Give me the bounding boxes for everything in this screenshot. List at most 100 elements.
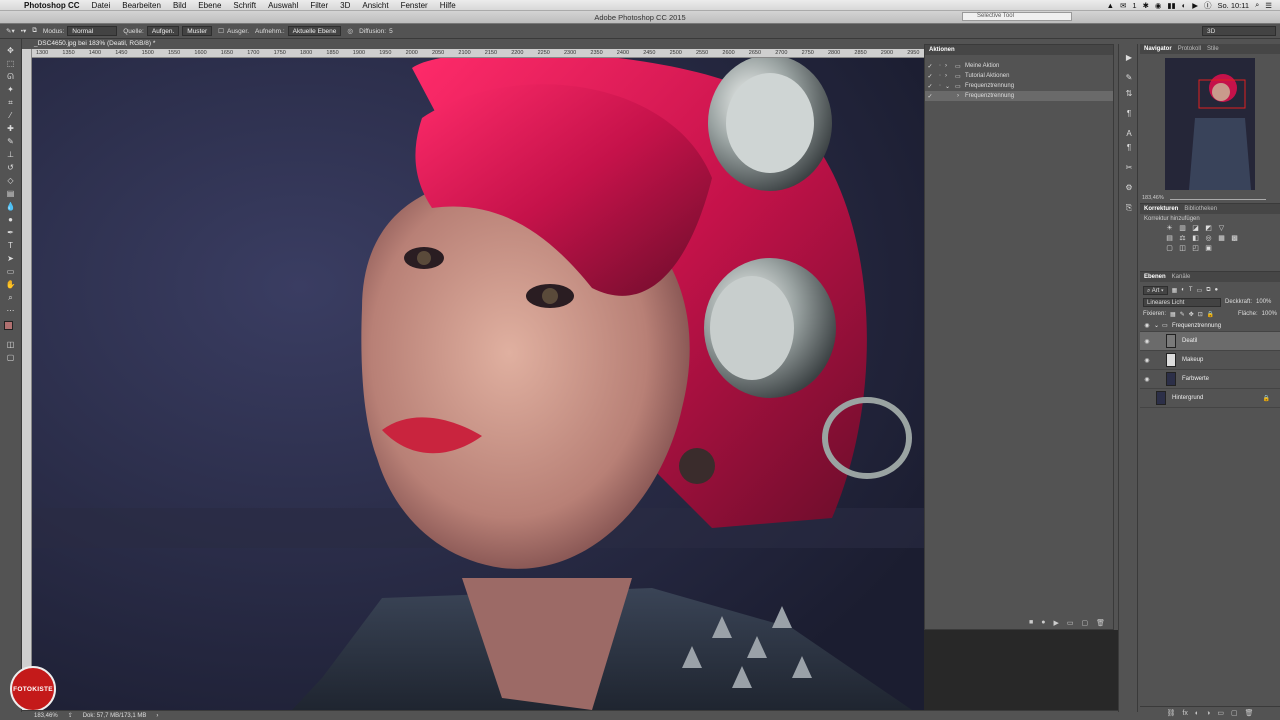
tool-preset-icon[interactable]: ✎▾: [6, 27, 15, 35]
blur-tool-icon[interactable]: 💧: [4, 201, 17, 212]
action-row-selected[interactable]: ✓ › Frequenztrennung: [925, 91, 1113, 101]
action-checked-icon[interactable]: ✓: [925, 73, 935, 80]
crop-tool-icon[interactable]: ⌗: [4, 97, 17, 108]
action-dialog-icon[interactable]: ▫: [935, 83, 945, 89]
opacity-value[interactable]: 100%: [1256, 299, 1271, 305]
navigator-zoom-slider[interactable]: [1170, 199, 1266, 200]
mask-icon[interactable]: ◐: [1195, 707, 1199, 720]
lock-pixels-icon[interactable]: ✎: [1180, 311, 1185, 318]
type-tool-icon[interactable]: T: [4, 240, 17, 251]
layer-row-selected[interactable]: ◉ Deatil: [1140, 332, 1280, 351]
lock-transparency-icon[interactable]: ▦: [1170, 311, 1176, 318]
status-icon[interactable]: ▲: [1107, 1, 1114, 10]
action-set-row[interactable]: ✓ ▫ ⌄ ▭ Frequenztrennung: [925, 81, 1113, 91]
filter-shape-icon[interactable]: ▭: [1197, 287, 1203, 294]
layer-filter-select[interactable]: ⌕ Art ▾: [1143, 285, 1168, 295]
tab-bibliotheken[interactable]: Bibliotheken: [1184, 204, 1217, 214]
clock[interactable]: So. 10:11: [1218, 1, 1250, 10]
zoom-level[interactable]: 183,46%: [34, 711, 58, 720]
fill-value[interactable]: 100%: [1262, 311, 1277, 317]
horizontal-ruler[interactable]: 1300 1350 1400 1450 1500 1550 1600 1650 1700 1750…: [32, 49, 924, 58]
action-set-row[interactable]: ✓ ▫ › ▭ Tutorial Aktionen: [925, 71, 1113, 81]
filter-toggle-icon[interactable]: ●: [1215, 287, 1219, 293]
threshold-icon[interactable]: ◰: [1190, 244, 1201, 252]
shape-tool-icon[interactable]: ▭: [4, 266, 17, 277]
diffusion-value[interactable]: 5: [389, 28, 393, 35]
hand-tool-icon[interactable]: ✋: [4, 279, 17, 290]
history-brush-tool-icon[interactable]: ↺: [4, 162, 17, 173]
tab-korrekturen[interactable]: Korrekturen: [1144, 204, 1178, 214]
document-canvas[interactable]: [32, 58, 924, 710]
layer-group-row[interactable]: ◉ ⌄ ▭ Frequenztrennung: [1140, 320, 1280, 332]
eyedropper-tool-icon[interactable]: ⁄: [4, 110, 17, 121]
doc-size[interactable]: Dok: 57,7 MB/173,1 MB: [83, 711, 147, 720]
volume-icon[interactable]: ▶: [1192, 1, 1198, 10]
time-machine-icon[interactable]: ◉: [1155, 1, 1162, 10]
paragraph-icon[interactable]: ¶: [1123, 142, 1135, 154]
eye-icon[interactable]: ◉: [1140, 322, 1154, 329]
lock-artboard-icon[interactable]: ⊡: [1198, 311, 1203, 318]
list-icon[interactable]: ☰: [1265, 1, 1272, 10]
curves-icon[interactable]: ◪: [1190, 224, 1201, 232]
menu-schrift[interactable]: Schrift: [227, 1, 262, 10]
brush-settings-icon[interactable]: ✎: [1123, 72, 1135, 84]
menu-datei[interactable]: Datei: [86, 1, 117, 10]
disclosure-open-icon[interactable]: ⌄: [1154, 322, 1162, 329]
disclosure-icon[interactable]: ›: [957, 93, 965, 99]
stop-icon[interactable]: ■: [1029, 619, 1033, 627]
channel-mixer-icon[interactable]: ▦: [1216, 234, 1227, 242]
menu-filter[interactable]: Filter: [304, 1, 334, 10]
link-icon[interactable]: ⛓: [1167, 707, 1176, 720]
tab-kanaele[interactable]: Kanäle: [1172, 272, 1191, 282]
navigator-thumbnail[interactable]: [1165, 58, 1255, 190]
selective-tool-window[interactable]: Selective Tool: [962, 12, 1072, 21]
action-checked-icon[interactable]: ✓: [925, 83, 935, 90]
filter-adjust-icon[interactable]: ◐: [1181, 287, 1185, 293]
workspace-select[interactable]: 3D: [1202, 26, 1276, 36]
new-group-icon[interactable]: ▭: [1217, 707, 1224, 720]
levels-icon[interactable]: ▥: [1177, 224, 1188, 232]
hue-saturation-icon[interactable]: ▤: [1164, 234, 1175, 242]
exposure-icon[interactable]: ◩: [1203, 224, 1214, 232]
settings-icon[interactable]: ⚙: [1123, 182, 1135, 194]
brush-tool-icon[interactable]: ✎: [4, 136, 17, 147]
aligned-checkbox[interactable]: ☐: [218, 27, 224, 35]
clone-source-icon[interactable]: ⎘: [1123, 202, 1135, 214]
lock-position-icon[interactable]: ✥: [1189, 311, 1194, 318]
quick-mask-icon[interactable]: ◫: [4, 339, 17, 350]
action-checked-icon[interactable]: ✓: [925, 63, 935, 70]
trash-icon[interactable]: 🗑: [1096, 619, 1105, 627]
source-sampled-button[interactable]: Aufgen.: [146, 26, 180, 36]
layer-row[interactable]: ◉ Farbwerte: [1140, 370, 1280, 389]
filter-smart-icon[interactable]: ⧉: [1206, 287, 1210, 294]
clone-stamp-tool-icon[interactable]: ⊥: [4, 149, 17, 160]
adjustment-layer-icon[interactable]: ◑: [1206, 707, 1210, 720]
info-icon[interactable]: Ⓘ: [1204, 0, 1212, 11]
layer-row[interactable]: ◉ Makeup: [1140, 351, 1280, 370]
adjustment-icon[interactable]: ◎: [347, 27, 353, 35]
record-icon[interactable]: ●: [1041, 619, 1045, 627]
healing-brush-tool-icon[interactable]: ✚: [4, 123, 17, 134]
invert-icon[interactable]: ▢: [1164, 244, 1175, 252]
play-icon[interactable]: ▶: [1053, 619, 1058, 627]
dodge-tool-icon[interactable]: ●: [4, 214, 17, 225]
brightness-icon[interactable]: ☀: [1164, 224, 1175, 232]
menu-hilfe[interactable]: Hilfe: [434, 1, 462, 10]
menu-fenster[interactable]: Fenster: [395, 1, 434, 10]
eye-icon[interactable]: ◉: [1140, 338, 1154, 345]
menu-bild[interactable]: Bild: [167, 1, 192, 10]
document-tab[interactable]: _DSC4650.jpg bei 183% (Deatil, RGB/8) *: [22, 39, 924, 49]
move-tool-icon[interactable]: ✥: [4, 45, 17, 56]
menu-ebene[interactable]: Ebene: [192, 1, 227, 10]
menu-bearbeiten[interactable]: Bearbeiten: [116, 1, 167, 10]
zoom-tool-icon[interactable]: ⌕: [4, 292, 17, 303]
tab-navigator[interactable]: Navigator: [1144, 44, 1172, 54]
mail-icon[interactable]: ✉: [1120, 1, 1126, 10]
color-balance-icon[interactable]: ⚖: [1177, 234, 1188, 242]
disclosure-icon[interactable]: ›: [945, 63, 955, 69]
lasso-tool-icon[interactable]: ᘏ: [4, 71, 17, 82]
lock-all-icon[interactable]: 🔒: [1207, 311, 1214, 318]
mode-select[interactable]: Normal: [67, 26, 118, 36]
menu-app[interactable]: Photoshop CC: [18, 1, 86, 10]
filter-pixel-icon[interactable]: ▦: [1172, 287, 1178, 294]
